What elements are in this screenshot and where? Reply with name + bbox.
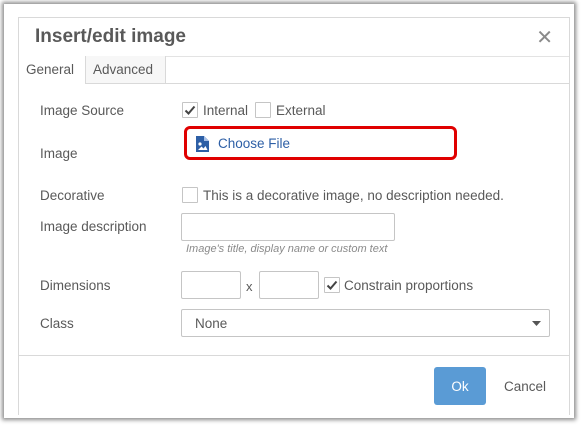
checkmark-icon bbox=[184, 105, 196, 115]
description-label: Image description bbox=[40, 219, 147, 234]
tab-general[interactable]: General bbox=[19, 56, 86, 84]
class-selected-value: None bbox=[195, 316, 228, 331]
decorative-label: Decorative bbox=[40, 188, 105, 203]
dialog-title: Insert/edit image bbox=[35, 26, 186, 47]
caret-down-icon bbox=[532, 321, 541, 326]
class-select[interactable]: None bbox=[181, 309, 550, 337]
image-file-icon bbox=[196, 136, 209, 152]
constrain-proportions-checkbox[interactable] bbox=[324, 277, 340, 293]
internal-option-label: Internal bbox=[203, 103, 249, 118]
dimensions-label: Dimensions bbox=[40, 278, 111, 293]
dialog-footer: Ok Cancel bbox=[19, 355, 569, 415]
dimension-separator: x bbox=[246, 279, 253, 294]
choose-file-label: Choose File bbox=[218, 136, 291, 151]
checkmark-icon bbox=[326, 280, 338, 290]
screenshot-frame: Insert/edit image ✕ General Advanced Ima… bbox=[4, 4, 574, 418]
decorative-checkbox[interactable] bbox=[182, 187, 198, 203]
tab-advanced[interactable]: Advanced bbox=[86, 56, 166, 84]
height-input[interactable] bbox=[259, 271, 319, 299]
image-description-input[interactable] bbox=[181, 213, 395, 241]
constrain-proportions-label: Constrain proportions bbox=[344, 278, 474, 293]
tab-bar: General Advanced bbox=[19, 56, 569, 84]
image-label: Image bbox=[40, 146, 78, 161]
external-checkbox[interactable] bbox=[255, 102, 271, 118]
image-source-label: Image Source bbox=[40, 103, 125, 118]
choose-file-button[interactable]: Choose File bbox=[184, 126, 457, 160]
width-input[interactable] bbox=[181, 271, 241, 299]
external-option-label: External bbox=[276, 103, 326, 118]
internal-checkbox[interactable] bbox=[182, 102, 198, 118]
cancel-button[interactable]: Cancel bbox=[493, 367, 557, 405]
close-icon[interactable]: ✕ bbox=[536, 28, 553, 48]
class-label: Class bbox=[40, 316, 74, 331]
decorative-checkbox-label: This is a decorative image, no descripti… bbox=[203, 188, 504, 203]
insert-image-dialog: Insert/edit image ✕ General Advanced Ima… bbox=[18, 17, 570, 415]
description-hint: Image's title, display name or custom te… bbox=[186, 243, 388, 255]
ok-button[interactable]: Ok bbox=[434, 367, 486, 405]
